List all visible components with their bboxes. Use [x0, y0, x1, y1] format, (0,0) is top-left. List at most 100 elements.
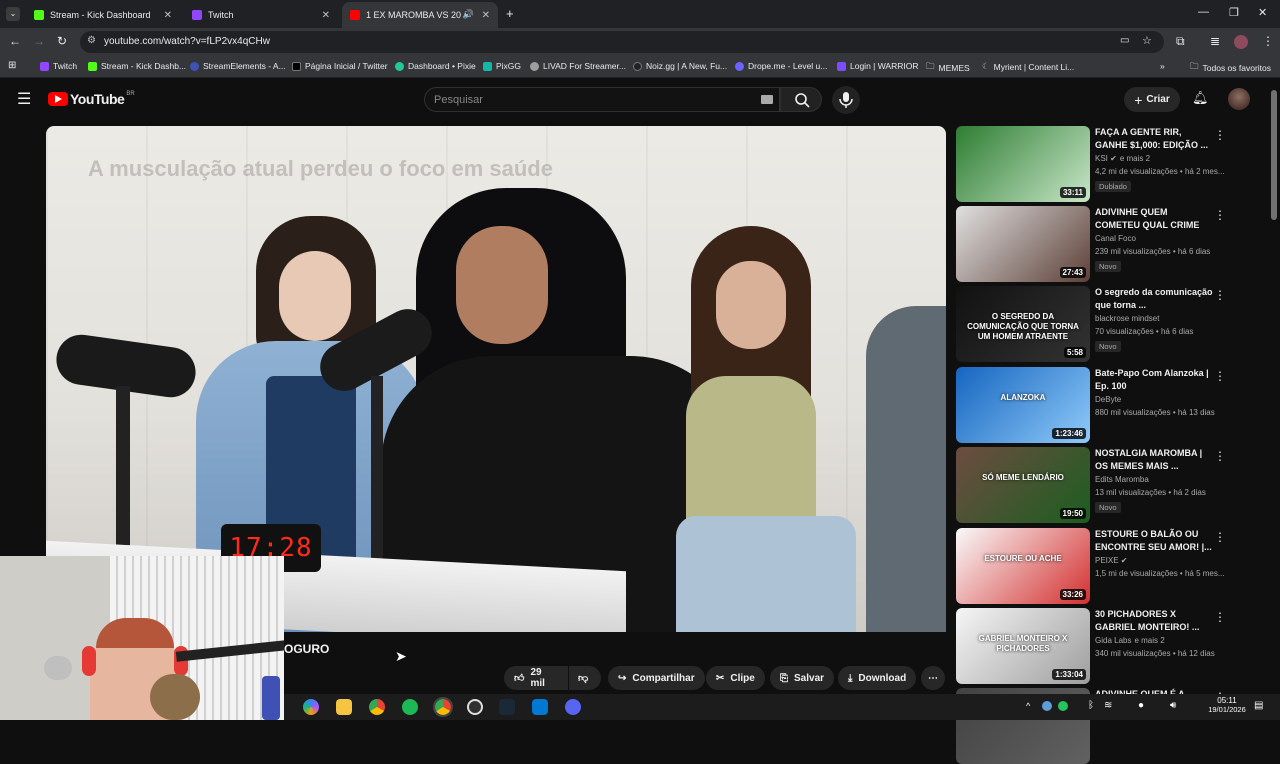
tray-app-icon[interactable]	[1042, 701, 1052, 711]
recommendation-title[interactable]: O segredo da comunicação que torna ...	[1095, 286, 1213, 312]
url-field[interactable]: ⚙ youtube.com/watch?v=fLP2vx4qCHw ▭ ☆	[80, 31, 1164, 53]
create-button[interactable]: + Criar	[1124, 87, 1180, 112]
more-options-icon[interactable]: ⋮	[1214, 128, 1226, 142]
more-options-icon[interactable]: ⋮	[1214, 369, 1226, 383]
video-thumbnail[interactable]: ALANZOKA 1:23:46	[956, 367, 1090, 443]
more-options-icon[interactable]: ⋮	[1214, 449, 1226, 463]
recommendation-card[interactable]: 33:11 FAÇA A GENTE RIR, GANHE $1,000: EDI…	[956, 126, 1226, 202]
save-button[interactable]: ⎘ Salvar	[770, 666, 835, 690]
new-tab-icon[interactable]: +	[506, 6, 514, 21]
channel-line[interactable]: blackrose mindset	[1095, 314, 1159, 323]
all-bookmarks[interactable]: 🗀 Todos os favoritos	[1190, 61, 1271, 75]
close-icon[interactable]: ✕	[322, 10, 330, 21]
account-avatar[interactable]	[1228, 88, 1250, 110]
recommendation-card[interactable]: ESTOURE OU ACHE 33:26 ESTOURE O BALÃO OU E…	[956, 528, 1226, 604]
video-thumbnail[interactable]: 33:11	[956, 126, 1090, 202]
bookmark-folder-memes[interactable]: 🗀 MEMES	[926, 61, 970, 75]
close-icon[interactable]: ✕	[164, 10, 172, 21]
volume-icon[interactable]: 🔊︎	[1170, 700, 1176, 711]
recommendation-card[interactable]: O SEGREDO DA COMUNICAÇÃO QUE TORNA UM HO…	[956, 286, 1226, 362]
install-app-icon[interactable]: ▭	[1120, 35, 1129, 46]
close-window-icon[interactable]: ✕	[1258, 6, 1267, 19]
channel-line[interactable]: KSI ✔ e mais 2	[1095, 154, 1150, 163]
recommendation-title[interactable]: FAÇA A GENTE RIR, GANHE $1,000: EDIÇÃO .…	[1095, 126, 1213, 152]
share-button[interactable]: ↪ Compartilhar	[608, 666, 705, 690]
forward-icon[interactable]: →	[33, 34, 45, 48]
recommendation-card[interactable]: 27:43 ADIVINHE QUEM COMETEU QUAL CRIME Can…	[956, 206, 1226, 282]
video-thumbnail[interactable]: SÓ MEME LENDÁRIO 19:50	[956, 447, 1090, 523]
search-input[interactable]: Pesquisar	[424, 87, 780, 112]
close-icon[interactable]: ✕	[482, 10, 490, 21]
video-thumbnail[interactable]: O SEGREDO DA COMUNICAÇÃO QUE TORNA UM HO…	[956, 286, 1090, 362]
chrome-icon[interactable]	[369, 699, 385, 715]
discord-icon[interactable]	[565, 699, 581, 715]
search-button[interactable]	[780, 87, 822, 112]
bookmark-drope[interactable]: Drope.me - Level u...	[735, 61, 827, 71]
bookmark-livad[interactable]: LIVAD For Streamer...	[530, 61, 626, 71]
bookmark-warrior[interactable]: Login | WARRIOR	[837, 61, 919, 71]
bookmark-twitch[interactable]: Twitch	[40, 61, 77, 71]
hamburger-menu-icon[interactable]: ☰	[17, 89, 31, 109]
obs-icon[interactable]	[467, 699, 483, 715]
extensions-icon[interactable]: ⧉	[1176, 34, 1185, 49]
reading-list-icon[interactable]: ≣	[1210, 34, 1220, 48]
bookmark-streamelements[interactable]: StreamElements - A...	[190, 61, 286, 71]
recommendation-title[interactable]: Bate-Papo Com Alanzoka | Ep. 100	[1095, 367, 1213, 393]
keyboard-icon[interactable]	[761, 95, 773, 104]
bookmarks-overflow-icon[interactable]: »	[1160, 61, 1165, 71]
clip-button[interactable]: ✂ Clipe	[706, 666, 765, 690]
download-button[interactable]: ⤓ Download	[838, 666, 917, 690]
bookmark-pixie[interactable]: Dashboard • Pixie	[395, 61, 476, 71]
like-button[interactable]: 👍︎ 29 mil	[504, 666, 568, 690]
channel-line[interactable]: Gida Labs e mais 2	[1095, 636, 1165, 645]
voice-search-button[interactable]	[832, 86, 860, 114]
steam-icon[interactable]	[499, 699, 515, 715]
mic-tray-icon[interactable]: ●	[1138, 700, 1144, 711]
recommendation-title[interactable]: 30 PICHADORES X GABRIEL MONTEIRO! ...	[1095, 608, 1213, 634]
tab-list-icon[interactable]: ⌄	[6, 7, 20, 21]
restore-icon[interactable]: ❐	[1229, 6, 1239, 19]
video-thumbnail[interactable]: ESTOURE OU ACHE 33:26	[956, 528, 1090, 604]
minimize-icon[interactable]: —	[1198, 6, 1209, 18]
tray-overflow-icon[interactable]: ^	[1026, 701, 1030, 711]
more-options-icon[interactable]: ⋮	[1214, 610, 1226, 624]
recommendation-title[interactable]: NOSTALGIA MAROMBA | OS MEMES MAIS ...	[1095, 447, 1213, 473]
chrome-active-icon[interactable]	[433, 697, 453, 717]
video-thumbnail[interactable]: GABRIEL MONTEIRO X PICHADORES 1:33:04	[956, 608, 1090, 684]
apps-grid-icon[interactable]: ⊞	[8, 60, 16, 71]
bluetooth-icon[interactable]: ᛒ	[1088, 700, 1094, 711]
file-explorer-icon[interactable]	[336, 699, 352, 715]
recommendation-title[interactable]: ADIVINHE QUEM COMETEU QUAL CRIME	[1095, 206, 1213, 232]
bookmark-pixgg[interactable]: PixGG	[483, 61, 521, 71]
tab-youtube[interactable]: 1 EX MAROMBA VS 20 ATL 🔊 ✕	[342, 2, 498, 28]
recommendation-card[interactable]: SÓ MEME LENDÁRIO 19:50 NOSTALGIA MAROMBA |…	[956, 447, 1226, 523]
notification-center-icon[interactable]: ▤	[1254, 700, 1263, 711]
site-info-icon[interactable]: ⚙	[87, 35, 96, 46]
bookmark-myrient[interactable]: ☾ Myrient | Content Li...	[982, 61, 1074, 72]
page-scrollbar[interactable]	[1271, 90, 1277, 220]
wifi-icon[interactable]: ≋	[1104, 700, 1112, 711]
youtube-logo[interactable]: YouTube BR	[48, 91, 135, 107]
bookmark-kick[interactable]: Stream - Kick Dashb...	[88, 61, 186, 71]
recommendation-title[interactable]: ESTOURE O BALÃO OU ENCONTRE SEU AMOR! |.…	[1095, 528, 1213, 554]
tab-kick[interactable]: Stream - Kick Dashboard ✕	[26, 2, 180, 28]
video-thumbnail[interactable]: 27:43	[956, 206, 1090, 282]
bookmark-star-icon[interactable]: ☆	[1142, 34, 1152, 47]
spotify-icon[interactable]	[402, 699, 418, 715]
azure-icon[interactable]	[532, 699, 548, 715]
copilot-icon[interactable]	[303, 699, 319, 715]
bookmark-noiz[interactable]: Noiz.gg | A New, Fu...	[633, 61, 727, 71]
more-options-icon[interactable]: ⋮	[1214, 288, 1226, 302]
channel-line[interactable]: DeByte	[1095, 395, 1121, 404]
more-options-icon[interactable]: ⋮	[1214, 208, 1226, 222]
more-menu-icon[interactable]: ⋮	[1262, 34, 1274, 48]
tray-status-icon[interactable]	[1058, 701, 1068, 711]
more-actions-button[interactable]: ⋯	[921, 666, 945, 690]
back-icon[interactable]: ←	[9, 34, 21, 48]
more-options-icon[interactable]: ⋮	[1214, 530, 1226, 544]
bookmark-twitter[interactable]: Página Inicial / Twitter	[292, 61, 388, 71]
channel-line[interactable]: Canal Foco	[1095, 234, 1136, 243]
recommendation-card[interactable]: ALANZOKA 1:23:46 Bate-Papo Com Alanzoka | …	[956, 367, 1226, 443]
tab-twitch[interactable]: Twitch ✕	[184, 2, 338, 28]
recommendation-card[interactable]: GABRIEL MONTEIRO X PICHADORES 1:33:04 30 P…	[956, 608, 1226, 684]
